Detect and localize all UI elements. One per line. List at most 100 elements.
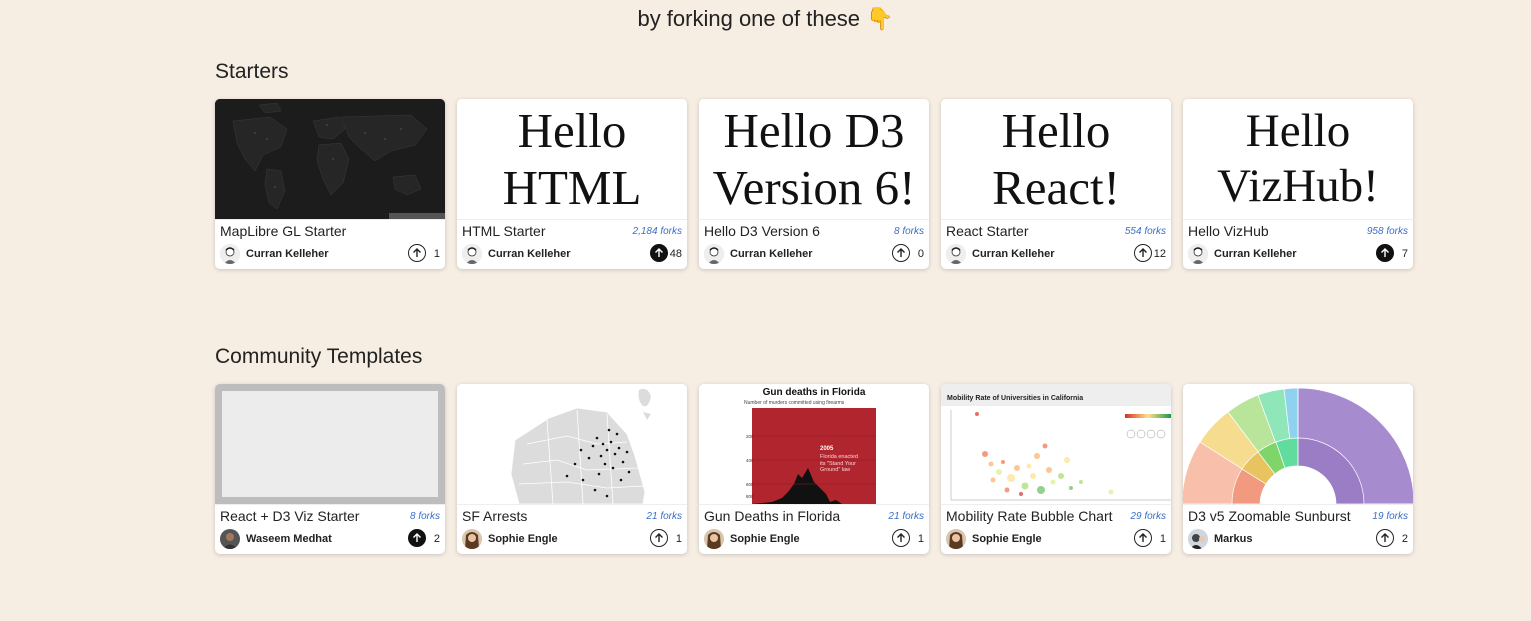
card-d3-v5-zoomable-sunburst[interactable]: D3 v5 Zoomable Sunburst 19 forks Markus … — [1183, 384, 1413, 554]
arrow-up-icon — [897, 248, 905, 257]
tick-label: 600 — [746, 482, 754, 487]
avatar[interactable] — [704, 529, 724, 549]
forks-count[interactable]: 21 forks — [646, 511, 682, 522]
avatar[interactable] — [462, 529, 482, 549]
card-hello-d3-version-6[interactable]: Hello D3 Version 6! Hello D3 Version 6 8… — [699, 99, 929, 269]
tick-label: 200 — [746, 434, 754, 439]
forks-count[interactable]: 8 forks — [894, 226, 924, 237]
arrow-up-icon — [1139, 533, 1147, 542]
forks-count[interactable]: 8 forks — [410, 511, 440, 522]
card-title[interactable]: Hello D3 Version 6 — [704, 223, 820, 239]
avatar[interactable] — [1188, 529, 1208, 549]
card-title[interactable]: Gun Deaths in Florida — [704, 508, 840, 524]
upvote-button[interactable] — [408, 529, 426, 547]
upvote-button[interactable] — [1376, 244, 1394, 262]
upvote-count: 2 — [1401, 533, 1408, 545]
tick-label: 400 — [746, 458, 754, 463]
avatar[interactable] — [1188, 244, 1208, 264]
author-name[interactable]: Curran Kelleher — [246, 248, 329, 260]
avatar[interactable] — [220, 244, 240, 264]
annotation-line: Ground" law — [820, 467, 851, 473]
upvote-button[interactable] — [1134, 529, 1152, 547]
upvote-count: 48 — [669, 248, 682, 260]
author-name[interactable]: Waseem Medhat — [246, 533, 332, 545]
tick-label: 800 — [746, 494, 754, 499]
arrow-up-icon — [655, 248, 663, 257]
card-gun-deaths-florida[interactable]: Gun deaths in Florida Number of murders … — [699, 384, 929, 554]
tagline: by forking one of these 👇 — [637, 6, 894, 31]
card-mobility-rate-bubble-chart[interactable]: Mobility Rate of Universities in Califor… — [941, 384, 1171, 554]
author-name[interactable]: Curran Kelleher — [730, 248, 813, 260]
thumbnail: Hello VizHub! — [1183, 99, 1413, 220]
forks-count[interactable]: 958 forks — [1367, 226, 1408, 237]
community-section-title: Community Templates — [215, 345, 423, 368]
thumbnail — [215, 384, 445, 505]
avatar[interactable] — [462, 244, 482, 264]
upvote-button[interactable] — [650, 244, 668, 262]
author-name[interactable]: Sophie Engle — [488, 533, 558, 545]
forks-count[interactable]: 29 forks — [1130, 511, 1166, 522]
card-title[interactable]: React Starter — [946, 223, 1028, 239]
author-name[interactable]: Markus — [1214, 533, 1253, 545]
arrow-up-icon — [1381, 533, 1389, 542]
forks-count[interactable]: 19 forks — [1372, 511, 1408, 522]
author-name[interactable]: Curran Kelleher — [488, 248, 571, 260]
card-react-starter[interactable]: Hello React! React Starter 554 forks Cur… — [941, 99, 1171, 269]
arrow-up-icon — [413, 533, 421, 542]
avatar[interactable] — [946, 529, 966, 549]
map-thumbnail — [215, 99, 445, 220]
upvote-button[interactable] — [892, 244, 910, 262]
card-title[interactable]: Mobility Rate Bubble Chart — [946, 508, 1113, 524]
chart-area: 2005 Florida enacted its "Stand Your Gro… — [752, 408, 876, 504]
thumbnail: Hello D3 Version 6! — [699, 99, 929, 220]
arrow-up-icon — [413, 248, 421, 257]
forks-count[interactable]: 554 forks — [1125, 226, 1166, 237]
avatar[interactable] — [946, 244, 966, 264]
annotation-year: 2005 — [820, 446, 834, 452]
card-sf-arrests[interactable]: SF Arrests 21 forks Sophie Engle 1 — [457, 384, 687, 554]
thumb-subtitle: Number of murders committed using firear… — [744, 400, 845, 406]
card-react-d3-viz-starter[interactable]: React + D3 Viz Starter 8 forks Waseem Me… — [215, 384, 445, 554]
upvote-count: 0 — [917, 248, 924, 260]
starters-section-title: Starters — [215, 60, 289, 83]
card-title[interactable]: D3 v5 Zoomable Sunburst — [1188, 508, 1351, 524]
community-row: React + D3 Viz Starter 8 forks Waseem Me… — [215, 384, 1413, 554]
upvote-button[interactable] — [1376, 529, 1394, 547]
thumbnail: Hello HTML — [457, 99, 687, 220]
arrow-up-icon — [1139, 248, 1147, 257]
card-title[interactable]: Hello VizHub — [1188, 223, 1269, 239]
annotation-line: Florida enacted — [820, 454, 858, 460]
card-title[interactable]: React + D3 Viz Starter — [220, 508, 359, 524]
author-name[interactable]: Sophie Engle — [730, 533, 800, 545]
card-html-starter[interactable]: Hello HTML HTML Starter 2,184 forks Curr… — [457, 99, 687, 269]
upvote-count: 1 — [675, 533, 682, 545]
card-hello-vizhub[interactable]: Hello VizHub! Hello VizHub 958 forks Cur… — [1183, 99, 1413, 269]
card-title[interactable]: HTML Starter — [462, 223, 546, 239]
author-name[interactable]: Sophie Engle — [972, 533, 1042, 545]
upvote-button[interactable] — [408, 244, 426, 262]
upvote-count: 1 — [917, 533, 924, 545]
card-title[interactable]: SF Arrests — [462, 508, 527, 524]
upvote-count: 12 — [1153, 248, 1166, 260]
forks-count[interactable]: 21 forks — [888, 511, 924, 522]
arrow-up-icon — [897, 533, 905, 542]
card-maplibre-gl-starter[interactable]: MapLibre GL Starter Curran Kelleher 1 — [215, 99, 445, 269]
thumbnail — [457, 384, 687, 505]
upvote-count: 2 — [433, 533, 440, 545]
avatar[interactable] — [704, 244, 724, 264]
upvote-button[interactable] — [892, 529, 910, 547]
upvote-button[interactable] — [1134, 244, 1152, 262]
thumb-title: Gun deaths in Florida — [762, 387, 866, 398]
upvote-button[interactable] — [650, 529, 668, 547]
author-name[interactable]: Curran Kelleher — [1214, 248, 1297, 260]
thumbnail: Hello React! — [941, 99, 1171, 220]
card-title[interactable]: MapLibre GL Starter — [220, 223, 346, 239]
arrow-up-icon — [1381, 248, 1389, 257]
avatar[interactable] — [220, 529, 240, 549]
thumb-title: Mobility Rate of Universities in Califor… — [947, 395, 1084, 402]
thumbnail: Mobility Rate of Universities in Califor… — [941, 384, 1171, 505]
forks-count[interactable]: 2,184 forks — [633, 226, 682, 237]
arrow-up-icon — [655, 533, 663, 542]
upvote-count: 1 — [433, 248, 440, 260]
author-name[interactable]: Curran Kelleher — [972, 248, 1055, 260]
